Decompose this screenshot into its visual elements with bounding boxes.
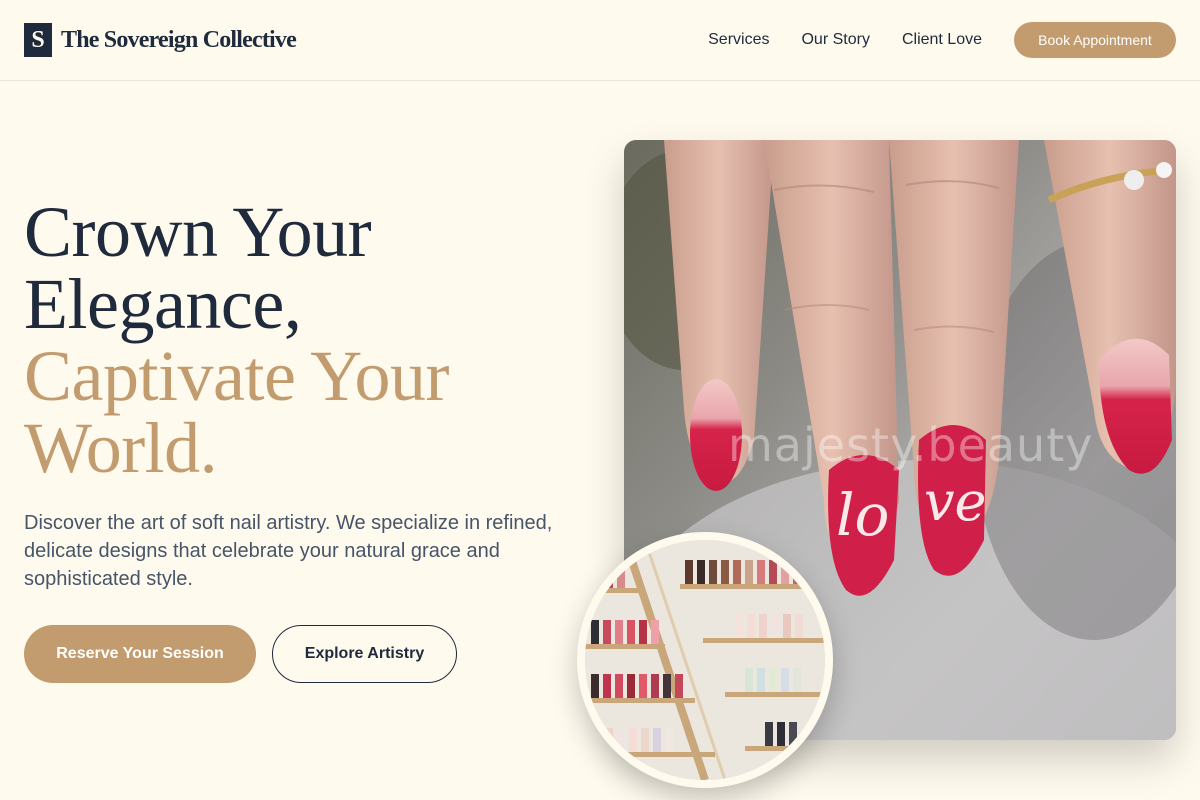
nav-link-services[interactable]: Services [708, 31, 769, 49]
hero-description: Discover the art of soft nail artistry. … [24, 512, 553, 590]
hero-title-line-1: Crown Your [24, 192, 372, 272]
nav-link-client-love[interactable]: Client Love [902, 31, 982, 49]
brand-name: The Sovereign Collective [61, 26, 297, 53]
book-appointment-button[interactable]: Book Appointment [1014, 22, 1176, 58]
reserve-session-button[interactable]: Reserve Your Session [24, 625, 256, 683]
hero-title-line-2: Elegance, [24, 264, 302, 344]
brand-logo[interactable]: S The Sovereign Collective [24, 23, 297, 57]
polish-shelf-photo [585, 540, 825, 780]
nail-polish-shelf-image [577, 532, 833, 788]
hero-title-line-4: World. [24, 408, 218, 488]
nail-love-text-right: ve [924, 470, 986, 533]
brand-mark-icon: S [24, 23, 52, 57]
nav-menu: Services Our Story Client Love Book Appo… [708, 22, 1176, 58]
nail-love-text-left: lo [836, 481, 889, 549]
top-navigation: S The Sovereign Collective Services Our … [0, 0, 1200, 81]
nav-link-our-story[interactable]: Our Story [801, 31, 869, 49]
explore-artistry-button[interactable]: Explore Artistry [272, 625, 457, 683]
hero-title: Crown Your Elegance, Captivate Your Worl… [24, 196, 584, 484]
hero-title-line-3: Captivate Your [24, 336, 450, 416]
image-watermark: majesty.beauty [728, 418, 1094, 472]
